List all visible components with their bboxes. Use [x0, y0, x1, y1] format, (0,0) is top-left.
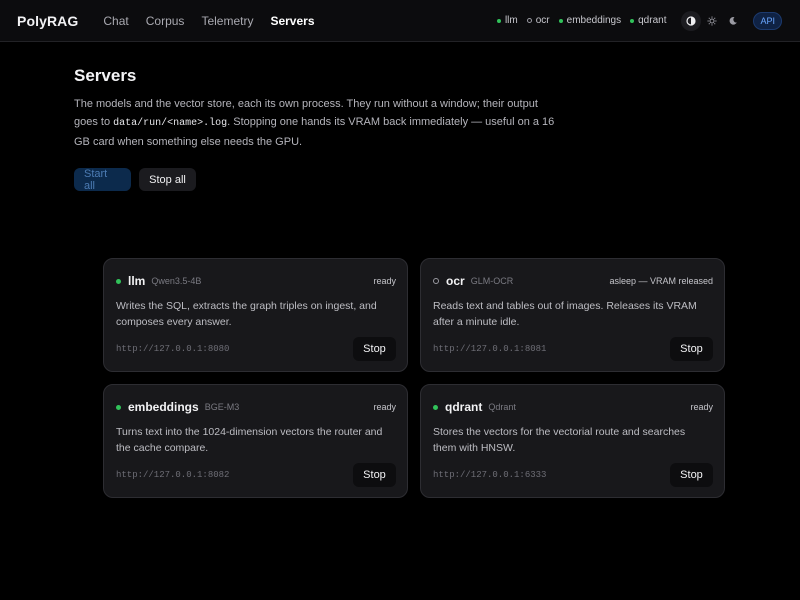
- nav-telemetry[interactable]: Telemetry: [201, 14, 253, 28]
- status-dot-icon: [496, 18, 501, 23]
- server-state: asleep — VRAM released: [609, 276, 713, 286]
- server-name: ocr: [446, 274, 465, 288]
- page-title: Servers: [74, 66, 137, 85]
- nav-corpus[interactable]: Corpus: [146, 14, 185, 28]
- status-dot-icon: [116, 404, 121, 410]
- server-grid: llm Qwen3.5-4B ready Writes the SQL, ext…: [103, 258, 725, 498]
- nav-servers[interactable]: Servers: [270, 14, 314, 28]
- start-all-button[interactable]: Start all: [74, 168, 131, 192]
- server-card-embeddings: embeddings BGE-M3 ready Turns text into …: [103, 384, 408, 498]
- server-name: embeddings: [128, 400, 199, 414]
- server-state: ready: [690, 402, 713, 412]
- servers-page: Servers The models and the vector store,…: [0, 42, 800, 498]
- server-url: http://127.0.0.1:8081: [433, 344, 547, 354]
- status-label: qdrant: [638, 15, 667, 26]
- server-card-ocr: ocr GLM-OCR asleep — VRAM released Reads…: [420, 258, 725, 372]
- status-dot-icon: [433, 404, 438, 410]
- moon-icon[interactable]: [723, 11, 743, 31]
- status-dot-icon: [526, 18, 532, 23]
- server-description: Writes the SQL, extracts the graph tripl…: [116, 300, 377, 328]
- server-url: http://127.0.0.1:8080: [116, 344, 230, 354]
- server-card-llm: llm Qwen3.5-4B ready Writes the SQL, ext…: [103, 258, 408, 372]
- status-dot-icon: [433, 278, 439, 284]
- server-model: Qwen3.5-4B: [151, 276, 202, 286]
- server-name: qdrant: [445, 400, 483, 414]
- server-state: ready: [373, 276, 396, 286]
- nav-chat[interactable]: Chat: [103, 14, 128, 28]
- top-bar: PolyRAG Chat Corpus Telemetry Servers ll…: [0, 0, 800, 42]
- status-label: ocr: [535, 15, 550, 26]
- page-intro: The models and the vector store, each it…: [74, 95, 564, 151]
- status-qdrant: qdrant: [630, 15, 666, 26]
- server-description: Reads text and tables out of images. Rel…: [433, 300, 697, 328]
- status-embeddings: embeddings: [558, 15, 622, 26]
- server-status-list: llm ocr embeddings qdrant: [488, 15, 666, 26]
- status-dot-icon: [116, 278, 121, 284]
- server-url: http://127.0.0.1:8082: [116, 470, 230, 480]
- app-brand[interactable]: PolyRAG: [17, 13, 78, 29]
- server-name: llm: [128, 274, 146, 288]
- status-label: llm: [504, 15, 518, 26]
- status-dot-icon: [558, 18, 563, 23]
- status-dot-icon: [630, 18, 635, 23]
- server-description: Turns text into the 1024-dimension vecto…: [116, 426, 383, 454]
- server-model: BGE-M3: [204, 402, 240, 412]
- main-nav: Chat Corpus Telemetry Servers: [103, 14, 331, 28]
- theme-switcher: [680, 10, 743, 31]
- server-state: ready: [373, 402, 396, 412]
- server-description: Stores the vectors for the vectorial rou…: [433, 426, 686, 454]
- stop-qdrant-button[interactable]: Stop: [670, 463, 713, 487]
- auto-theme-icon[interactable]: [681, 10, 702, 31]
- status-ocr: ocr: [526, 15, 550, 26]
- server-url: http://127.0.0.1:6333: [433, 470, 547, 480]
- api-button[interactable]: API: [753, 11, 782, 30]
- status-llm: llm: [496, 15, 518, 26]
- server-model: GLM-OCR: [470, 276, 514, 286]
- server-card-qdrant: qdrant Qdrant ready Stores the vectors f…: [420, 384, 725, 498]
- stop-embeddings-button[interactable]: Stop: [353, 463, 396, 487]
- stop-all-button[interactable]: Stop all: [139, 168, 196, 191]
- stop-ocr-button[interactable]: Stop: [670, 337, 713, 361]
- intro-log-path: data/run/<name>.log: [113, 118, 228, 129]
- bulk-actions: Start all Stop all: [74, 168, 800, 192]
- stop-llm-button[interactable]: Stop: [353, 337, 396, 361]
- sun-icon[interactable]: [702, 11, 722, 31]
- status-label: embeddings: [566, 15, 622, 26]
- server-model: Qdrant: [488, 402, 516, 412]
